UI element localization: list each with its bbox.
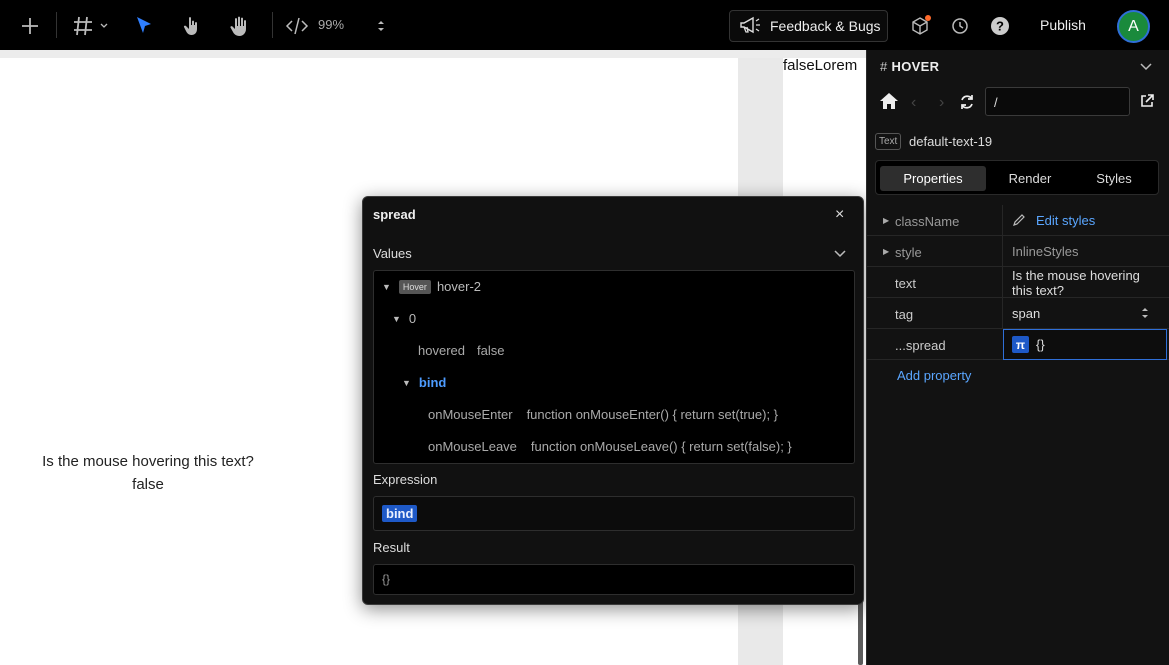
back-arrow-icon[interactable]: ‹ xyxy=(911,94,916,112)
add-icon[interactable] xyxy=(18,14,42,38)
component-title-text: HOVER xyxy=(891,59,940,74)
code-icon[interactable] xyxy=(284,14,310,38)
prop-value-text[interactable]: Is the mouse hovering this text? xyxy=(1012,268,1162,298)
component-title: # HOVER xyxy=(880,59,939,74)
prop-name-text: text xyxy=(895,276,916,291)
onmouseenter-key: onMouseEnter xyxy=(428,407,513,422)
onmouseleave-value: function onMouseLeave() { return set(fal… xyxy=(530,439,792,454)
prop-row-spread[interactable]: ...spread π {} xyxy=(867,329,1169,360)
prop-divider xyxy=(1002,298,1003,329)
select-stepper-icon[interactable] xyxy=(1141,307,1149,322)
prop-divider xyxy=(1002,205,1003,236)
forward-arrow-icon[interactable]: › xyxy=(939,94,944,112)
prop-divider xyxy=(1002,236,1003,267)
zoom-stepper-icon[interactable] xyxy=(374,18,388,34)
node-name[interactable]: default-text-19 xyxy=(909,134,992,149)
tree-row-root[interactable]: ▼ Hover hover-2 xyxy=(382,279,481,294)
pan-hand-icon[interactable] xyxy=(228,13,252,39)
popup-title: spread xyxy=(373,207,416,222)
hover-value: false xyxy=(132,476,164,493)
frame-grid-icon[interactable] xyxy=(72,14,110,38)
edit-styles-link[interactable]: Edit styles xyxy=(1036,213,1095,228)
bind-key: bind xyxy=(418,375,447,390)
tree-row-bind[interactable]: ▼ bind xyxy=(402,375,446,390)
prop-row-style[interactable]: ▶ style InlineStyles xyxy=(867,236,1169,267)
chevron-down-icon[interactable] xyxy=(1139,60,1153,75)
caret-right-icon[interactable]: ▶ xyxy=(883,247,889,256)
expression-input[interactable]: bind xyxy=(373,496,855,531)
add-property-link[interactable]: Add property xyxy=(897,368,971,383)
root-name: hover-2 xyxy=(436,279,482,294)
spread-popup: spread × Values ▼ Hover hover-2 ▼ 0 hove… xyxy=(362,196,864,605)
toolbar-divider xyxy=(56,12,57,38)
home-icon[interactable] xyxy=(879,92,899,113)
hover-question: Is the mouse hovering this text? xyxy=(42,453,254,470)
prop-divider xyxy=(1002,267,1003,298)
feedback-button[interactable]: Feedback & Bugs xyxy=(729,10,888,42)
hash-icon: # xyxy=(880,59,888,74)
help-icon[interactable]: ? xyxy=(989,15,1011,37)
expression-token[interactable]: bind xyxy=(382,505,418,522)
values-label: Values xyxy=(373,246,412,261)
inspector-panel: # HOVER ‹ › / Text default-text-19 Proper… xyxy=(866,50,1169,665)
hovered-key: hovered xyxy=(418,343,465,358)
feedback-label: Feedback & Bugs xyxy=(770,18,881,34)
spread-value-field[interactable]: π {} xyxy=(1003,329,1167,360)
tab-render[interactable]: Render xyxy=(990,166,1070,191)
prop-name-style: style xyxy=(895,245,922,260)
values-tree: ▼ Hover hover-2 ▼ 0 hovered false ▼ bind… xyxy=(373,270,855,464)
hover-text-element[interactable]: Is the mouse hovering this text? false xyxy=(20,450,276,496)
result-output: {} xyxy=(373,564,855,595)
spread-value: {} xyxy=(1036,337,1045,352)
tab-properties[interactable]: Properties xyxy=(880,166,986,191)
zoom-level[interactable]: 99% xyxy=(318,17,344,32)
close-icon[interactable]: × xyxy=(835,207,844,223)
megaphone-icon xyxy=(738,15,762,38)
user-avatar[interactable]: A xyxy=(1117,10,1150,43)
pencil-icon[interactable] xyxy=(1012,213,1026,230)
interact-hand-icon[interactable] xyxy=(180,13,204,39)
select-pointer-icon[interactable] xyxy=(132,14,156,38)
prop-row-text[interactable]: text Is the mouse hovering this text? xyxy=(867,267,1169,298)
top-toolbar: 99% Feedback & Bugs ? Publish A xyxy=(0,0,1169,50)
node-type-badge: Text xyxy=(875,133,902,150)
notification-dot xyxy=(925,15,931,21)
caret-down-icon[interactable]: ▼ xyxy=(392,314,401,324)
tab-styles[interactable]: Styles xyxy=(1074,166,1154,191)
history-icon[interactable] xyxy=(948,14,972,38)
prop-name-classname: className xyxy=(895,214,960,229)
prop-name-spread: ...spread xyxy=(895,338,946,353)
tree-row-onmouseleave: onMouseLeave function onMouseLeave() { r… xyxy=(428,439,792,454)
path-input[interactable]: / xyxy=(985,87,1130,116)
svg-text:?: ? xyxy=(996,19,1004,34)
publish-button[interactable]: Publish xyxy=(1040,17,1086,33)
expression-badge-icon: π xyxy=(1012,336,1029,353)
tree-row-index[interactable]: ▼ 0 xyxy=(392,311,416,326)
caret-right-icon[interactable]: ▶ xyxy=(883,216,889,225)
refresh-icon[interactable] xyxy=(959,94,975,113)
tree-row-onmouseenter: onMouseEnter function onMouseEnter() { r… xyxy=(428,407,778,422)
result-value: {} xyxy=(382,572,391,586)
toolbar-divider xyxy=(272,12,273,38)
external-link-icon[interactable] xyxy=(1140,94,1154,111)
tree-row-hovered: hovered false xyxy=(418,343,504,358)
onmouseleave-key: onMouseLeave xyxy=(428,439,517,454)
prop-row-classname[interactable]: ▶ className Edit styles xyxy=(867,205,1169,236)
prop-value-tag[interactable]: span xyxy=(1012,306,1040,321)
hover-badge: Hover xyxy=(398,279,431,294)
inspector-tabs: Properties Render Styles xyxy=(875,160,1159,195)
caret-down-icon[interactable]: ▼ xyxy=(402,378,411,388)
canvas-text-element[interactable]: falseLorem xyxy=(783,57,860,74)
hovered-value: false xyxy=(476,343,505,358)
onmouseenter-value: function onMouseEnter() { return set(tru… xyxy=(526,407,779,422)
caret-down-icon[interactable]: ▼ xyxy=(382,282,391,292)
result-label: Result xyxy=(373,540,410,555)
prop-row-tag[interactable]: tag span xyxy=(867,298,1169,329)
expression-label: Expression xyxy=(373,472,438,487)
chevron-down-icon[interactable] xyxy=(833,247,847,262)
canvas-top-strip xyxy=(0,50,866,58)
prop-value-style[interactable]: InlineStyles xyxy=(1012,244,1078,259)
index-key: 0 xyxy=(408,311,417,326)
prop-name-tag: tag xyxy=(895,307,914,322)
